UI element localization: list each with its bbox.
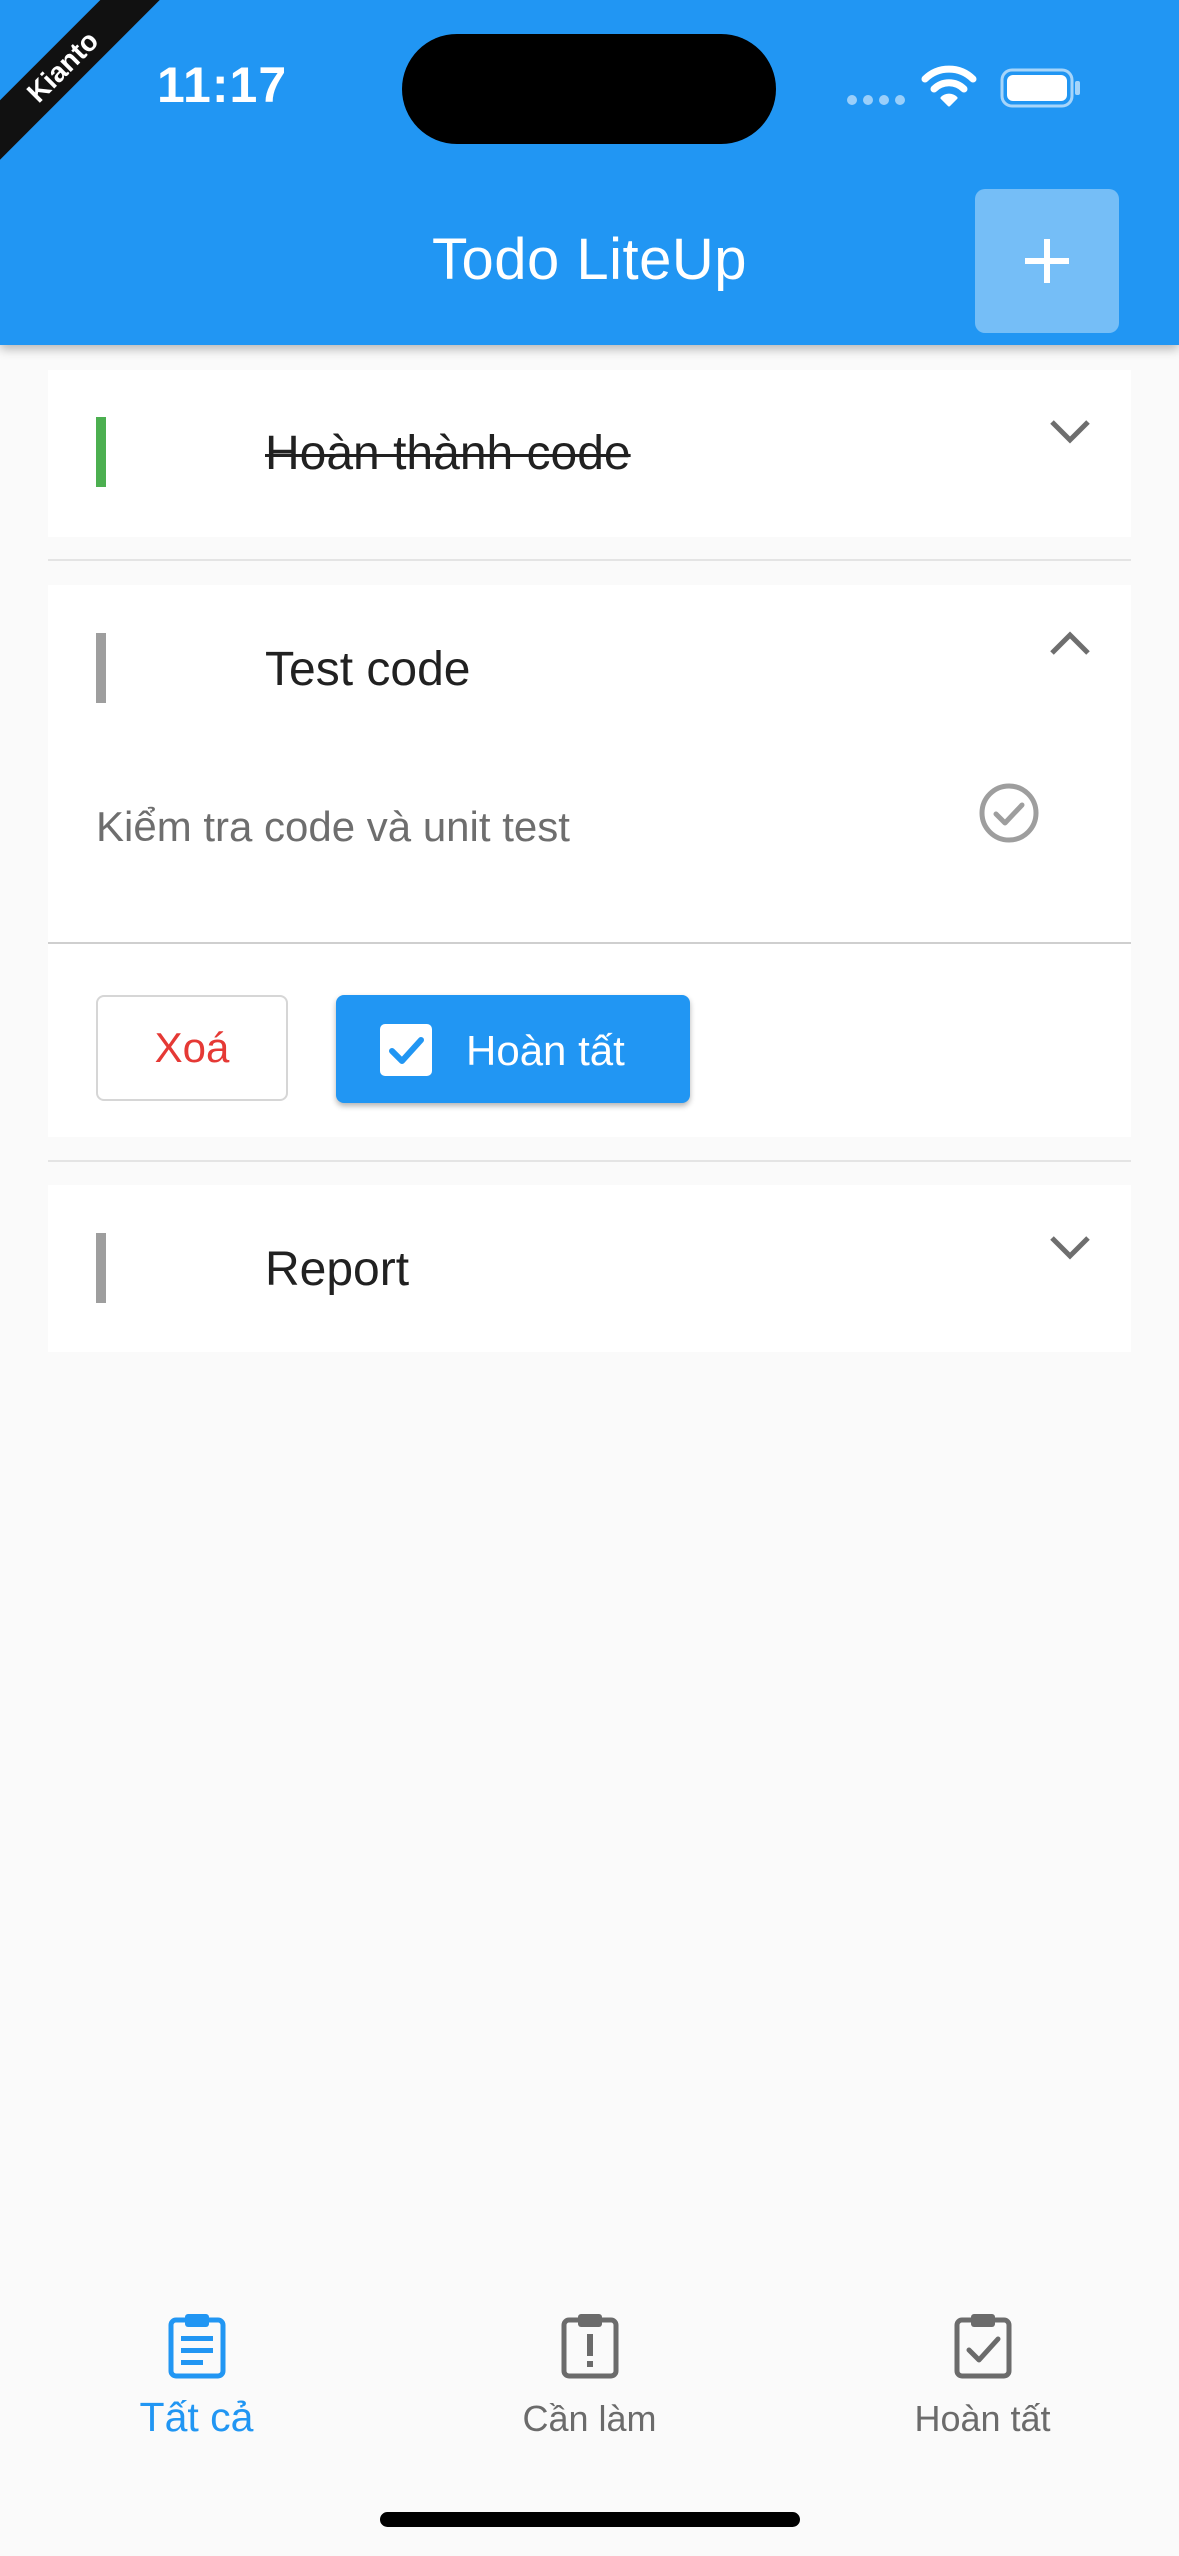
todo-header[interactable]: Hoàn thành code — [48, 370, 1131, 536]
chevron-up-icon[interactable] — [1048, 629, 1092, 659]
clipboard-check-icon — [954, 2314, 1012, 2379]
status-accent-bar — [96, 1233, 106, 1303]
chevron-down-icon[interactable] — [1048, 1232, 1092, 1262]
plus-icon — [1025, 239, 1069, 283]
nav-tab-label: Tất cả — [139, 2394, 254, 2440]
card-divider — [48, 942, 1131, 944]
battery-icon — [1000, 68, 1080, 108]
todo-card: Report — [48, 1185, 1131, 1352]
todo-header[interactable]: Report — [48, 1185, 1131, 1351]
todo-card: Hoàn thành code — [48, 370, 1131, 537]
divider — [48, 559, 1131, 561]
todo-title: Hoàn thành code — [265, 427, 631, 480]
status-time: 11:17 — [157, 57, 288, 113]
nav-tab-done[interactable]: Hoàn tất — [786, 2282, 1179, 2482]
cellular-signal-icon — [847, 95, 905, 105]
todo-header[interactable]: Test code — [48, 585, 1131, 751]
delete-button[interactable]: Xoá — [96, 995, 288, 1101]
todo-title: Report — [265, 1243, 410, 1296]
nav-tab-todo[interactable]: Cần làm — [393, 2282, 786, 2482]
chevron-down-icon[interactable] — [1048, 416, 1092, 446]
checkbox-checked-icon — [380, 1024, 432, 1076]
todo-card: Test code Kiểm tra code và unit test Xoá… — [48, 585, 1131, 1137]
complete-button-label: Hoàn tất — [466, 1027, 625, 1074]
complete-button[interactable]: Hoàn tất — [336, 995, 690, 1103]
clipboard-list-icon — [168, 2314, 226, 2379]
add-todo-button[interactable] — [975, 189, 1119, 333]
home-indicator[interactable] — [380, 2512, 800, 2527]
nav-tab-label: Hoàn tất — [914, 2398, 1051, 2439]
app-bar: 11:17 Todo LiteUp — [0, 0, 1179, 345]
divider — [48, 1160, 1131, 1162]
status-accent-bar — [96, 417, 106, 487]
wifi-icon — [921, 65, 977, 107]
todo-title: Test code — [265, 643, 471, 696]
dynamic-island — [402, 34, 776, 144]
status-accent-bar — [96, 633, 106, 703]
check-circle-icon — [979, 783, 1039, 843]
nav-tab-all[interactable]: Tất cả — [0, 2282, 393, 2482]
todo-description: Kiểm tra code và unit test — [96, 803, 570, 850]
clipboard-alert-icon — [561, 2314, 619, 2379]
nav-tab-label: Cần làm — [522, 2398, 657, 2439]
